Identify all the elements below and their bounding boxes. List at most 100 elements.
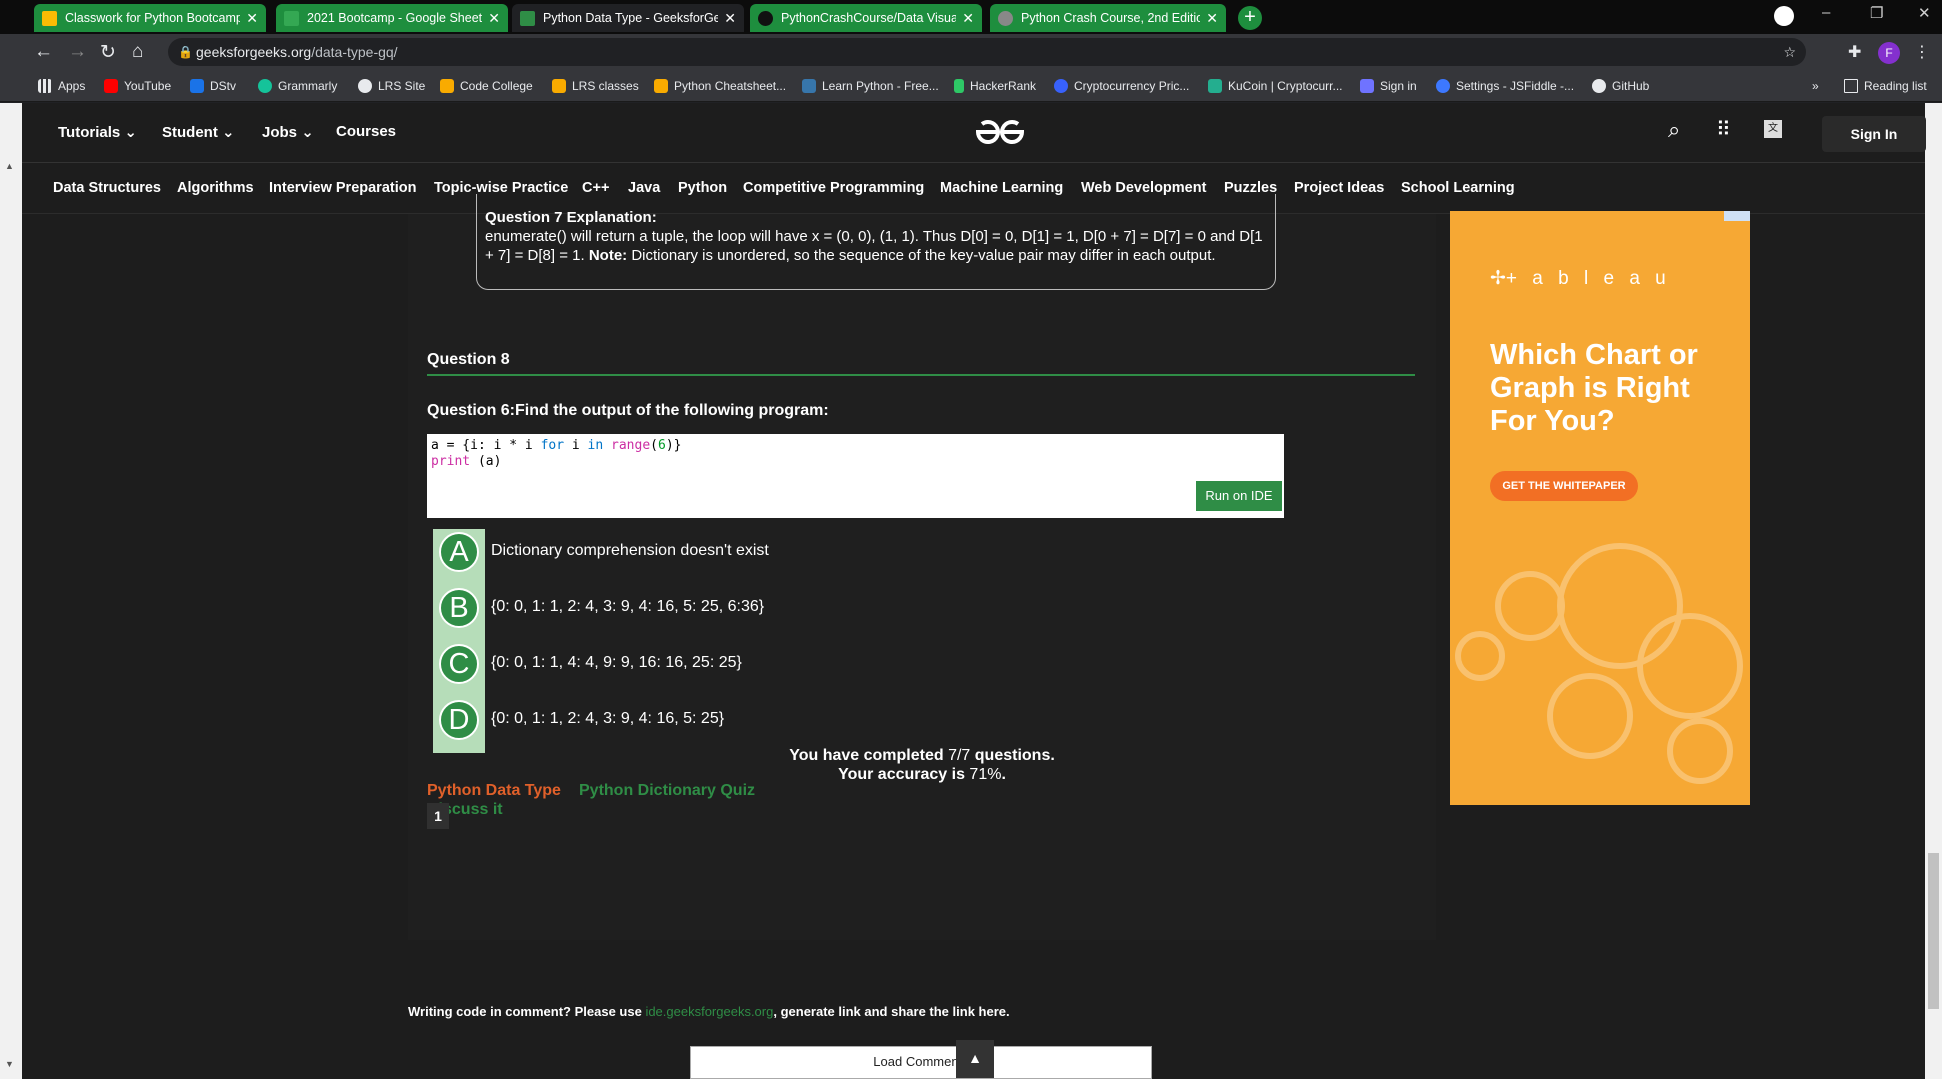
option-b-text[interactable]: {0: 0, 1: 1, 2: 4, 3: 9, 4: 16, 5: 25, 6… bbox=[491, 598, 764, 616]
bookmark-github[interactable]: GitHub bbox=[1592, 77, 1649, 95]
ad-choices-icon[interactable] bbox=[1724, 211, 1750, 221]
bookmark-label: LRS Site bbox=[378, 79, 426, 93]
apps-grid-icon bbox=[38, 79, 52, 93]
tab-github[interactable]: PythonCrashCourse/Data Visuali ✕ bbox=[750, 4, 982, 32]
back-icon[interactable]: ← bbox=[34, 41, 53, 63]
option-a-text[interactable]: Dictionary comprehension doesn't exist bbox=[491, 542, 769, 560]
pagination-page[interactable]: 1 bbox=[427, 803, 449, 829]
tab-title: PythonCrashCourse/Data Visuali bbox=[781, 11, 957, 25]
new-tab-button[interactable]: + bbox=[1238, 6, 1262, 30]
close-tab-icon[interactable]: ✕ bbox=[724, 10, 736, 27]
subnav-interview-preparation[interactable]: Interview Preparation bbox=[269, 180, 416, 196]
code-token: a = {i: i * i bbox=[431, 438, 541, 453]
bookmark-apps[interactable]: Apps bbox=[38, 77, 85, 95]
ide-link[interactable]: ide.geeksforgeeks.org bbox=[645, 1004, 773, 1019]
classroom-icon bbox=[552, 79, 566, 93]
avatar[interactable]: F bbox=[1878, 42, 1900, 64]
chevron-down-icon: ⌄ bbox=[124, 124, 137, 141]
accuracy-line: Your accuracy is 71%. bbox=[408, 765, 1436, 784]
bookmark-label: Cryptocurrency Pric... bbox=[1074, 79, 1190, 93]
scrollbar-thumb[interactable] bbox=[1928, 853, 1939, 1009]
bookmark-label: GitHub bbox=[1612, 79, 1650, 93]
option-d-button[interactable]: D bbox=[439, 700, 479, 740]
tab-sheets[interactable]: 2021 Bootcamp - Google Sheets ✕ bbox=[276, 4, 508, 32]
bookmark-jsfiddle[interactable]: Settings - JSFiddle -... bbox=[1436, 77, 1574, 95]
option-c-button[interactable]: C bbox=[439, 644, 479, 684]
subnav-project-ideas[interactable]: Project Ideas bbox=[1294, 180, 1384, 196]
subnav-data-structures[interactable]: Data Structures bbox=[53, 180, 161, 196]
bookmark-kucoin[interactable]: KuCoin | Cryptocurr... bbox=[1208, 77, 1343, 95]
reading-list-button[interactable]: Reading list bbox=[1844, 77, 1927, 95]
restore-icon[interactable]: ❐ bbox=[1870, 4, 1883, 22]
bookmark-star-icon[interactable]: ☆ bbox=[1783, 38, 1796, 66]
ad-cta-button[interactable]: GET THE WHITEPAPER bbox=[1490, 471, 1638, 501]
option-a-button[interactable]: A bbox=[439, 532, 479, 572]
tag-python-data-type[interactable]: Python Data Type bbox=[427, 782, 561, 800]
bookmark-python-cheatsheet[interactable]: Python Cheatsheet... bbox=[654, 77, 786, 95]
advertisement[interactable]: ✢+ a b l e a u Which Chart or Graph is R… bbox=[1450, 211, 1750, 805]
extensions-icon[interactable]: ✚ bbox=[1848, 42, 1861, 62]
scroll-up-arrow-icon[interactable]: ▲ bbox=[5, 161, 14, 171]
more-bookmarks-button[interactable]: » bbox=[1812, 77, 1819, 95]
menu-icon[interactable]: ⋮ bbox=[1914, 42, 1930, 62]
scroll-to-top-button[interactable]: ▲ bbox=[956, 1040, 994, 1078]
nav-tutorials[interactable]: Tutorials ⌄ bbox=[58, 123, 137, 141]
result-text: questions. bbox=[970, 747, 1055, 764]
bookmark-dstv[interactable]: DStv bbox=[190, 77, 236, 95]
close-tab-icon[interactable]: ✕ bbox=[962, 10, 974, 27]
subnav-algorithms[interactable]: Algorithms bbox=[177, 180, 254, 196]
ad-headline: Which Chart or Graph is Right For You? bbox=[1490, 339, 1698, 437]
bookmark-lrs-site[interactable]: LRS Site bbox=[358, 77, 425, 95]
tab-search-icon[interactable] bbox=[1774, 6, 1794, 26]
home-icon[interactable]: ⌂ bbox=[132, 41, 143, 63]
nav-jobs[interactable]: Jobs ⌄ bbox=[262, 123, 314, 141]
gfg-logo-icon[interactable] bbox=[972, 116, 1028, 148]
bookmark-youtube[interactable]: YouTube bbox=[104, 77, 171, 95]
bookmark-label: Settings - JSFiddle -... bbox=[1456, 79, 1575, 93]
bookmark-hackerrank[interactable]: HackerRank bbox=[954, 77, 1036, 95]
scroll-down-arrow-icon[interactable]: ▼ bbox=[5, 1059, 14, 1069]
bookmarks-bar: Apps YouTube DStv Grammarly LRS Site Cod… bbox=[0, 70, 1942, 102]
tab-title: Classwork for Python Bootcamp bbox=[65, 11, 241, 25]
sign-in-button[interactable]: Sign In bbox=[1822, 116, 1926, 152]
bookmark-learn-python[interactable]: Learn Python - Free... bbox=[802, 77, 939, 95]
python-icon bbox=[802, 79, 816, 93]
apps-grid-icon[interactable]: ⠿ bbox=[1716, 117, 1731, 142]
run-on-ide-button[interactable]: Run on IDE bbox=[1195, 480, 1283, 512]
question-prompt: Question 6:Find the output of the follow… bbox=[427, 402, 829, 419]
github-icon bbox=[1592, 79, 1606, 93]
nav-courses[interactable]: Courses bbox=[336, 123, 396, 140]
chevron-down-icon: ⌄ bbox=[222, 124, 235, 141]
load-comments-button[interactable]: Load Comments bbox=[690, 1046, 1152, 1079]
close-tab-icon[interactable]: ✕ bbox=[1206, 10, 1218, 27]
bookmark-sign-in[interactable]: Sign in bbox=[1360, 77, 1417, 95]
option-b-button[interactable]: B bbox=[439, 588, 479, 628]
tag-python-dictionary-quiz[interactable]: Python Dictionary Quiz bbox=[579, 782, 755, 800]
bookmark-code-college[interactable]: Code College bbox=[440, 77, 533, 95]
comment-instructions: Writing code in comment? Please use ide.… bbox=[408, 1004, 1010, 1019]
reload-icon[interactable]: ↻ bbox=[100, 41, 116, 64]
forward-icon[interactable]: → bbox=[68, 41, 87, 63]
option-d-text[interactable]: {0: 0, 1: 1, 2: 4, 3: 9, 4: 16, 5: 25} bbox=[491, 710, 724, 728]
dstv-icon bbox=[190, 79, 204, 93]
translate-icon[interactable]: 文 bbox=[1764, 120, 1782, 138]
nav-student[interactable]: Student ⌄ bbox=[162, 123, 235, 141]
bookmark-grammarly[interactable]: Grammarly bbox=[258, 77, 337, 95]
close-tab-icon[interactable]: ✕ bbox=[246, 10, 258, 27]
ad-bubbles-decoration bbox=[1455, 543, 1743, 784]
close-window-icon[interactable]: ✕ bbox=[1918, 4, 1931, 22]
code-line: print (a) bbox=[431, 454, 1280, 470]
scrollbar[interactable] bbox=[1925, 103, 1942, 1079]
option-c-text[interactable]: {0: 0, 1: 1, 4: 4, 9: 9, 16: 16, 25: 25} bbox=[491, 654, 742, 672]
tab-gfg-active[interactable]: Python Data Type - GeeksforGee ✕ bbox=[512, 4, 744, 32]
close-tab-icon[interactable]: ✕ bbox=[488, 10, 500, 27]
tab-crash-course[interactable]: Python Crash Course, 2nd Edition ✕ bbox=[990, 4, 1226, 32]
bookmark-lrs-classes[interactable]: LRS classes bbox=[552, 77, 639, 95]
subnav-school-learning[interactable]: School Learning bbox=[1401, 180, 1515, 196]
search-icon[interactable]: ⌕ bbox=[1668, 117, 1680, 143]
address-bar[interactable]: 🔒 geeksforgeeks.org/data-type-gq/ ☆ bbox=[168, 38, 1806, 66]
minimize-icon[interactable]: – bbox=[1822, 4, 1830, 21]
classroom-icon bbox=[440, 79, 454, 93]
tab-classwork[interactable]: Classwork for Python Bootcamp ✕ bbox=[34, 4, 266, 32]
bookmark-coinmarketcap[interactable]: Cryptocurrency Pric... bbox=[1054, 77, 1189, 95]
